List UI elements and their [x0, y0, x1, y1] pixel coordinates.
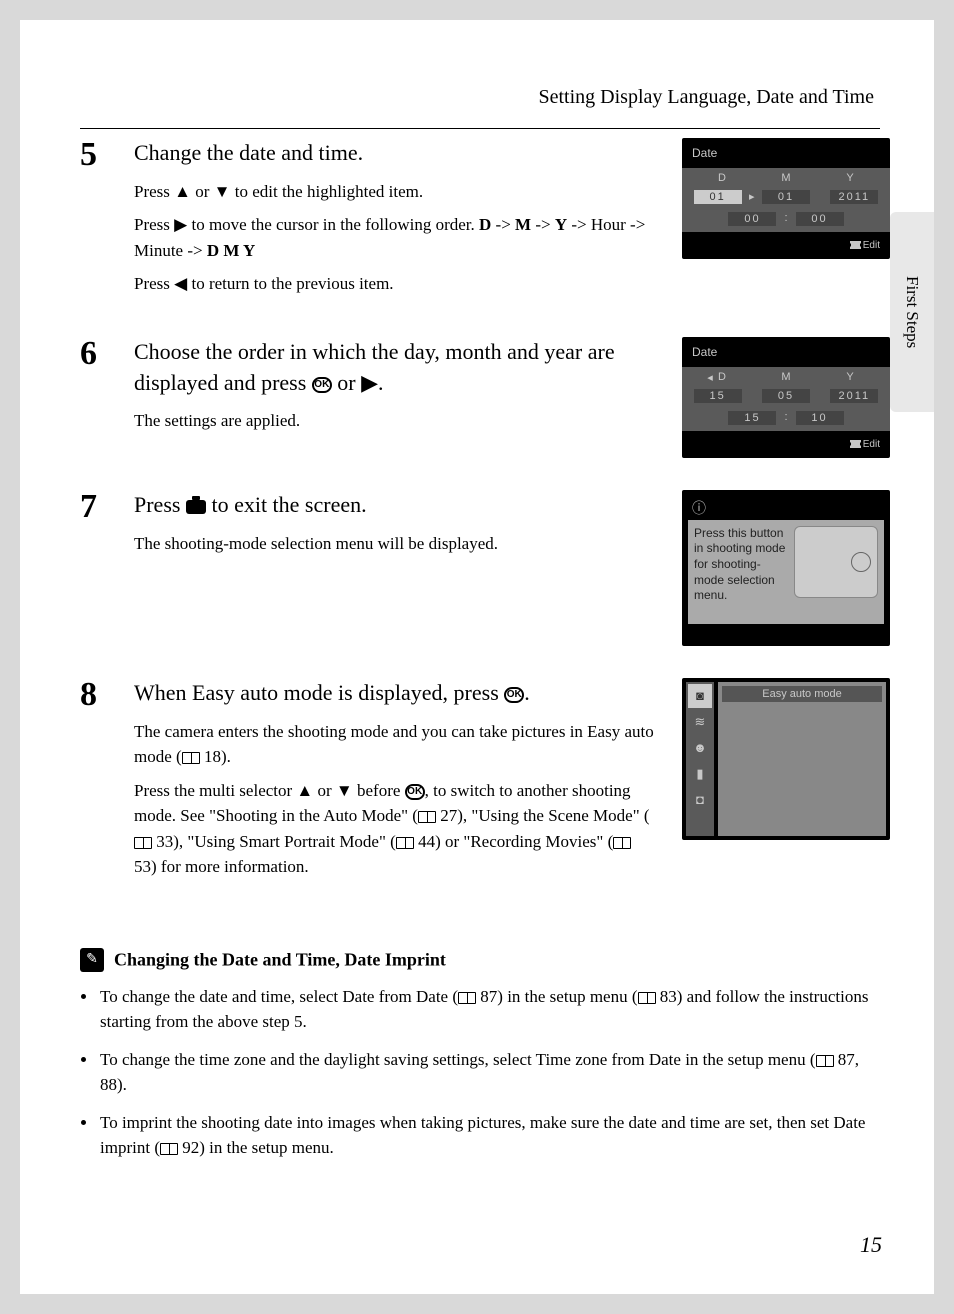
mode-scene-icon: ≋ — [688, 710, 712, 734]
camera-icon — [186, 500, 206, 514]
up-icon: ▲ — [296, 781, 313, 800]
step-5-line1: Press ▲ or ▼ to edit the highlighted ite… — [134, 179, 658, 205]
side-tab: First Steps — [890, 212, 934, 412]
mode-movie-icon: ▮ — [688, 762, 712, 786]
book-icon — [613, 837, 631, 849]
camera-illustration — [794, 526, 878, 598]
mode-easy-auto-icon: ◙ — [688, 684, 712, 708]
mode-label: Easy auto mode — [722, 686, 882, 702]
note-bullet-3: To imprint the shooting date into images… — [98, 1110, 890, 1161]
note-bullet-1: To change the date and time, select Date… — [98, 984, 890, 1035]
info-icon: ⓘ — [688, 496, 884, 520]
right-icon: ▶ — [174, 215, 187, 234]
step-number: 8 — [80, 678, 114, 888]
step-5-line2: Press ▶ to move the cursor in the follow… — [134, 212, 658, 263]
step-number: 5 — [80, 138, 114, 305]
down-icon: ▼ — [336, 781, 353, 800]
step-8-line2: Press the multi selector ▲ or ▼ before O… — [134, 778, 658, 880]
right-icon: ▶ — [361, 370, 378, 395]
lcd-mode-menu: ◙ ≋ ☻ ▮ ◘ Easy auto mode — [682, 678, 890, 840]
page-header: Setting Display Language, Date and Time — [538, 86, 874, 109]
book-icon — [182, 752, 200, 764]
lcd-info-text: Press this button in shooting mode for s… — [694, 526, 790, 604]
edit-icon — [850, 440, 861, 448]
step-6-line1: The settings are applied. — [134, 408, 658, 434]
book-icon — [458, 992, 476, 1004]
step-5: 5 Change the date and time. Press ▲ or ▼… — [80, 138, 890, 305]
book-icon — [160, 1143, 178, 1155]
step-number: 7 — [80, 490, 114, 646]
side-tab-label: First Steps — [902, 276, 922, 348]
lcd-date-1: Date DMY 01▸012011 00:00 Edit — [682, 138, 890, 259]
step-7-line1: The shooting-mode selection menu will be… — [134, 531, 658, 557]
note-title: Changing the Date and Time, Date Imprint — [114, 949, 446, 969]
down-icon: ▼ — [214, 182, 231, 201]
step-7-title: Press to exit the screen. — [134, 490, 658, 521]
ok-icon: OK — [312, 377, 332, 393]
step-6: 6 Choose the order in which the day, mon… — [80, 337, 890, 458]
book-icon — [816, 1055, 834, 1067]
mode-auto-icon: ◘ — [688, 788, 712, 812]
edit-icon — [850, 241, 861, 249]
note-pencil-icon: ✎ — [80, 948, 104, 972]
page-number: 15 — [860, 1232, 882, 1258]
book-icon — [418, 811, 436, 823]
note-section: ✎ Changing the Date and Time, Date Impri… — [80, 948, 890, 1161]
step-6-title: Choose the order in which the day, month… — [134, 337, 658, 399]
lcd-date-2: Date ◂DMY 15052011 15:10 Edit — [682, 337, 890, 458]
book-icon — [134, 837, 152, 849]
note-bullet-2: To change the time zone and the daylight… — [98, 1047, 890, 1098]
step-7: 7 Press to exit the screen. The shooting… — [80, 490, 890, 646]
book-icon — [638, 992, 656, 1004]
step-8-title: When Easy auto mode is displayed, press … — [134, 678, 658, 709]
left-icon: ◀ — [174, 274, 187, 293]
mode-smart-portrait-icon: ☻ — [688, 736, 712, 760]
up-icon: ▲ — [174, 182, 191, 201]
lcd-info: ⓘ Press this button in shooting mode for… — [682, 490, 890, 646]
step-number: 6 — [80, 337, 114, 458]
step-8-line1: The camera enters the shooting mode and … — [134, 719, 658, 770]
step-5-title: Change the date and time. — [134, 138, 658, 169]
step-8: 8 When Easy auto mode is displayed, pres… — [80, 678, 890, 888]
book-icon — [396, 837, 414, 849]
step-5-line3: Press ◀ to return to the previous item. — [134, 271, 658, 297]
ok-icon: OK — [405, 784, 425, 800]
ok-icon: OK — [504, 687, 524, 703]
